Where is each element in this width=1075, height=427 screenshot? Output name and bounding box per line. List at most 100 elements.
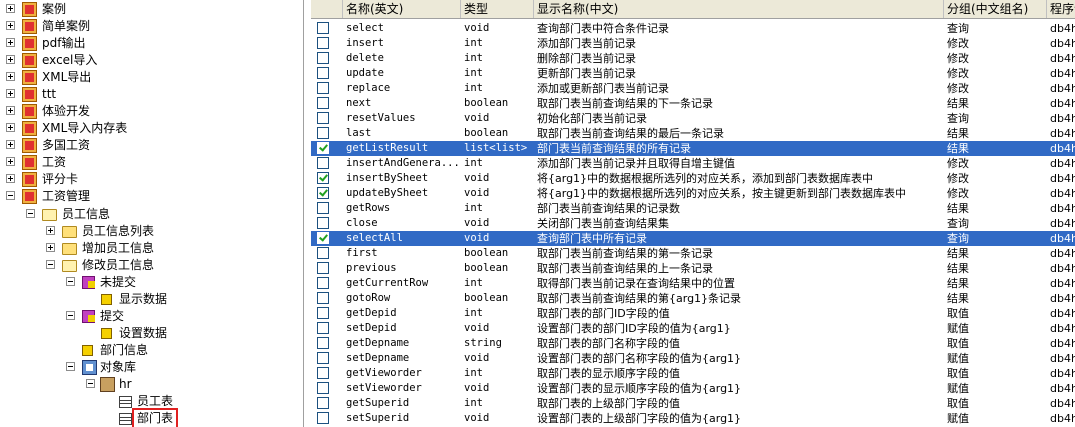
tree-node[interactable]: 工资 — [0, 154, 300, 171]
tree-node[interactable]: 设置数据 — [0, 325, 300, 342]
row-checkbox[interactable] — [317, 397, 329, 409]
tree-node[interactable]: hr — [0, 376, 300, 393]
expand-icon[interactable] — [46, 243, 55, 252]
row-checkbox[interactable] — [317, 37, 329, 49]
row-checkbox[interactable] — [317, 292, 329, 304]
tree-node[interactable]: XML导出 — [0, 69, 300, 86]
collapse-icon[interactable] — [66, 362, 75, 371]
table-row[interactable]: last boolean 取部门表当前查询结果的最后一条记录 结果 db4hr — [311, 126, 1075, 141]
table-row[interactable]: getRows int 部门表当前查询结果的记录数 结果 db4hr — [311, 201, 1075, 216]
table-row[interactable]: previous boolean 取部门表当前查询结果的上一条记录 结果 db4hr — [311, 261, 1075, 276]
table-row[interactable]: selectAll void 查询部门表中所有记录 查询 db4hr — [311, 231, 1075, 246]
tree-node[interactable]: 员工表 — [0, 393, 300, 410]
header-display-name[interactable]: 显示名称(中文) — [534, 0, 944, 18]
row-checkbox[interactable] — [317, 322, 329, 334]
row-checkbox[interactable] — [317, 22, 329, 34]
row-checkbox[interactable] — [317, 157, 329, 169]
table-row[interactable]: setSuperid void 设置部门表的上级部门字段的值为{arg1} 赋值 db4… — [311, 411, 1075, 426]
tree-node[interactable]: 员工信息 — [0, 206, 300, 223]
row-checkbox[interactable] — [317, 247, 329, 259]
tree-node[interactable]: 多国工资 — [0, 137, 300, 154]
table-row[interactable]: getDepid int 取部门表的部门ID字段的值 取值 db4hr — [311, 306, 1075, 321]
row-checkbox[interactable] — [317, 337, 329, 349]
row-checkbox[interactable] — [317, 52, 329, 64]
expand-icon[interactable] — [6, 140, 15, 149]
expand-icon[interactable] — [6, 106, 15, 115]
tree-node[interactable]: 案例 — [0, 1, 300, 18]
table-row[interactable]: update int 更新部门表当前记录 修改 db4hr — [311, 66, 1075, 81]
row-checkbox[interactable] — [317, 262, 329, 274]
row-checkbox[interactable] — [317, 352, 329, 364]
row-checkbox[interactable] — [317, 142, 329, 154]
expand-icon[interactable] — [6, 55, 15, 64]
tree-node[interactable]: 评分卡 — [0, 171, 300, 188]
row-checkbox[interactable] — [317, 277, 329, 289]
collapse-icon[interactable] — [86, 379, 95, 388]
expand-icon[interactable] — [6, 174, 15, 183]
tree-node[interactable]: 提交 — [0, 308, 300, 325]
row-checkbox[interactable] — [317, 127, 329, 139]
table-row[interactable]: next boolean 取部门表当前查询结果的下一条记录 结果 db4hr — [311, 96, 1075, 111]
table-row[interactable]: select void 查询部门表中符合条件记录 查询 db4hr — [311, 21, 1075, 36]
expand-icon[interactable] — [6, 157, 15, 166]
table-row[interactable]: getSuperid int 取部门表的上级部门字段的值 取值 db4hr — [311, 396, 1075, 411]
row-checkbox[interactable] — [317, 202, 329, 214]
tree-node[interactable]: 修改员工信息 — [0, 257, 300, 274]
row-checkbox[interactable] — [317, 97, 329, 109]
tree-node[interactable]: 未提交 — [0, 274, 300, 291]
tree-node[interactable]: pdf输出 — [0, 35, 300, 52]
tree-node[interactable]: 简单案例 — [0, 18, 300, 35]
tree-node[interactable]: XML导入内存表 — [0, 120, 300, 137]
collapse-icon[interactable] — [6, 191, 15, 200]
tree-node[interactable]: excel导入 — [0, 52, 300, 69]
table-row[interactable]: setDepname void 设置部门表的部门名称字段的值为{arg1} 赋值 db4… — [311, 351, 1075, 366]
tree-node[interactable]: 体验开发 — [0, 103, 300, 120]
table-row[interactable]: insertAndGenera... int 添加部门表当前记录并且取得自增主键值 修… — [311, 156, 1075, 171]
header-type[interactable]: 类型 — [461, 0, 534, 18]
row-checkbox[interactable] — [317, 412, 329, 424]
tree-node-selected[interactable]: 部门表 — [0, 408, 300, 427]
collapse-icon[interactable] — [66, 277, 75, 286]
expand-icon[interactable] — [46, 226, 55, 235]
tree-node[interactable]: 员工信息列表 — [0, 223, 300, 240]
row-checkbox[interactable] — [317, 187, 329, 199]
table-row[interactable]: updateBySheet void 将{arg1}中的数据根据所选列的对应关系，按… — [311, 186, 1075, 201]
row-checkbox[interactable] — [317, 82, 329, 94]
table-row[interactable]: gotoRow boolean 取部门表当前查询结果的第{arg1}条记录 结果 db4… — [311, 291, 1075, 306]
tree-node[interactable]: 显示数据 — [0, 291, 300, 308]
tree-node[interactable]: 工资管理 — [0, 188, 300, 205]
collapse-icon[interactable] — [46, 260, 55, 269]
header-name[interactable]: 名称(英文) — [343, 0, 461, 18]
expand-icon[interactable] — [6, 123, 15, 132]
row-checkbox[interactable] — [317, 382, 329, 394]
table-row[interactable]: replace int 添加或更新部门表当前记录 修改 db4hr — [311, 81, 1075, 96]
header-package[interactable]: 程序包 — [1047, 0, 1075, 18]
table-row[interactable]: getListResult list<list> 部门表当前查询结果的所有记录 结果 d… — [311, 141, 1075, 156]
tree-node[interactable]: ttt — [0, 86, 300, 103]
row-checkbox[interactable] — [317, 172, 329, 184]
row-checkbox[interactable] — [317, 112, 329, 124]
table-row[interactable]: getVieworder int 取部门表的显示顺序字段的值 取值 db4hr — [311, 366, 1075, 381]
expand-icon[interactable] — [6, 89, 15, 98]
tree-node[interactable]: 部门信息 — [0, 342, 300, 359]
table-row[interactable]: getCurrentRow int 取得部门表当前记录在查询结果中的位置 结果 db4h… — [311, 276, 1075, 291]
row-checkbox[interactable] — [317, 67, 329, 79]
tree-node[interactable]: 对象库 — [0, 359, 300, 376]
expand-icon[interactable] — [6, 4, 15, 13]
table-row[interactable]: resetValues void 初始化部门表当前记录 查询 db4hr — [311, 111, 1075, 126]
expand-icon[interactable] — [6, 21, 15, 30]
tree-node[interactable]: 增加员工信息 — [0, 240, 300, 257]
table-row[interactable]: setDepid void 设置部门表的部门ID字段的值为{arg1} 赋值 db4hr — [311, 321, 1075, 336]
collapse-icon[interactable] — [26, 209, 35, 218]
table-row[interactable]: insertBySheet void 将{arg1}中的数据根据所选列的对应关系，添… — [311, 171, 1075, 186]
table-row[interactable]: insert int 添加部门表当前记录 修改 db4hr — [311, 36, 1075, 51]
expand-icon[interactable] — [6, 38, 15, 47]
collapse-icon[interactable] — [66, 311, 75, 320]
row-checkbox[interactable] — [317, 232, 329, 244]
table-row[interactable]: setVieworder void 设置部门表的显示顺序字段的值为{arg1} 赋值 d… — [311, 381, 1075, 396]
row-checkbox[interactable] — [317, 367, 329, 379]
expand-icon[interactable] — [6, 72, 15, 81]
table-row[interactable]: close void 关闭部门表当前查询结果集 查询 db4hr — [311, 216, 1075, 231]
row-checkbox[interactable] — [317, 307, 329, 319]
table-row[interactable]: getDepname string 取部门表的部门名称字段的值 取值 db4hr — [311, 336, 1075, 351]
